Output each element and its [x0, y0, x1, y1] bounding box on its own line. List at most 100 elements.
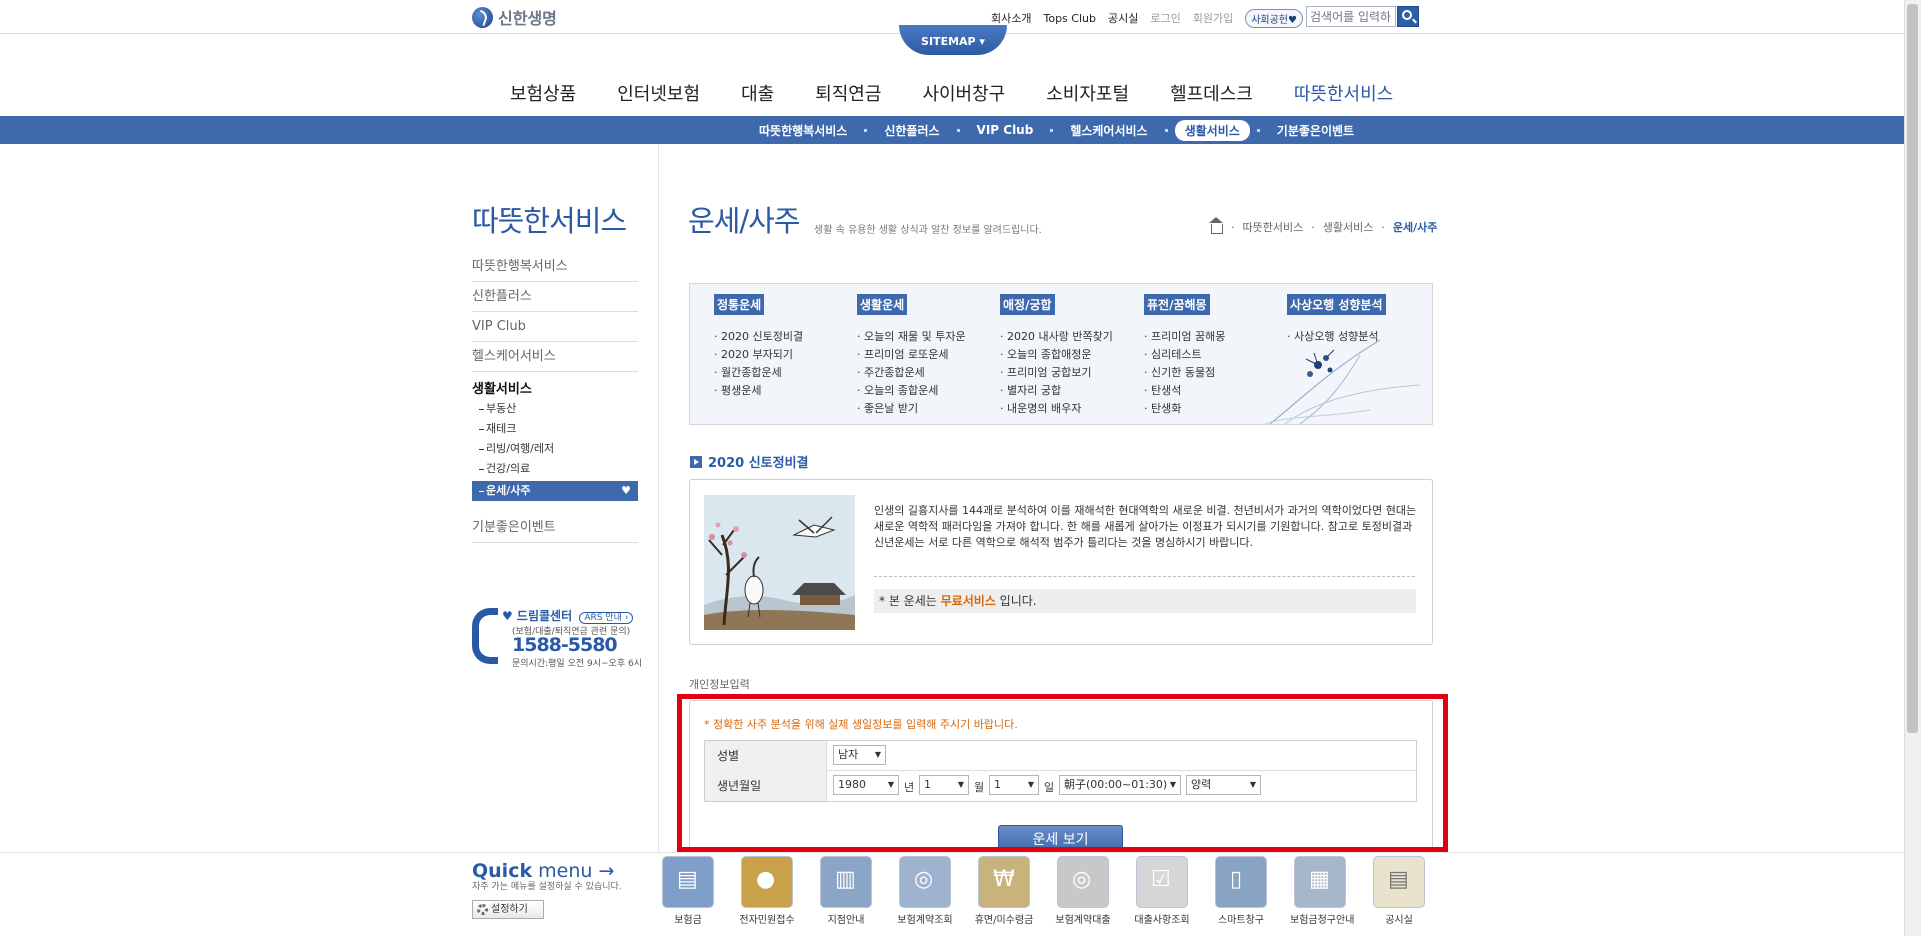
breadcrumb-item[interactable]: 따뜻한서비스 — [1243, 219, 1304, 235]
category-link[interactable]: · 오늘의 종합운세 — [857, 382, 997, 400]
orchid-illustration — [1264, 339, 1421, 424]
public-doc-icon: ▤ — [1373, 856, 1425, 908]
category-link[interactable]: · 2020 신토정비결 — [714, 328, 854, 346]
quick-item-dormant[interactable]: ₩ 휴면/미수령금 — [974, 856, 1034, 926]
call-center-number: 1588-5580 — [512, 634, 618, 656]
util-link-login[interactable]: 로그인 — [1150, 10, 1180, 26]
search-button[interactable] — [1397, 6, 1419, 27]
quick-item-label: 보험금 — [674, 915, 702, 926]
category-love: 애정/궁합 · 2020 내사랑 반쪽찾기 · 오늘의 종합애정운 · 프리미엄… — [1000, 294, 1140, 418]
building-icon: ▥ — [820, 856, 872, 908]
dashed-divider — [874, 576, 1415, 577]
subnav-life-service[interactable]: 생활서비스 — [1174, 119, 1250, 141]
gnb-internet-insurance[interactable]: 인터넷보험 — [617, 80, 700, 106]
lnb-item-event[interactable]: 기분좋은이벤트 — [472, 513, 638, 543]
category-link[interactable]: · 오늘의 종합애정운 — [1000, 346, 1140, 364]
free-note-prefix: * 본 운세는 — [879, 594, 937, 608]
arrow-box-icon — [690, 455, 702, 468]
subnav-healthcare[interactable]: 헬스케어서비스 — [1053, 122, 1164, 139]
insurance-icon: ◎ — [1057, 856, 1109, 908]
quick-item-branch[interactable]: ▥ 지점안내 — [816, 856, 876, 926]
breadcrumb-item[interactable]: 생활서비스 — [1323, 219, 1374, 235]
lnb-sub-real-estate[interactable]: 부동산 — [472, 399, 638, 419]
category-link[interactable]: · 별자리 궁합 — [1000, 382, 1140, 400]
category-traditional: 정통운세 · 2020 신토정비결 · 2020 부자되기 · 월간종합운세 ·… — [714, 294, 854, 400]
subnav-vip-club[interactable]: VIP Club — [960, 123, 1051, 137]
lnb-item-vip-club[interactable]: VIP Club — [472, 312, 638, 342]
category-link[interactable]: · 2020 내사랑 반쪽찾기 — [1000, 328, 1140, 346]
quick-item-insurance-money[interactable]: ▤ 보험금 — [658, 856, 718, 926]
category-life: 생활운세 · 오늘의 재물 및 투자운 · 프리미엄 로또운세 · 주간종합운세… — [857, 294, 997, 418]
util-link-disclosure[interactable]: 공시실 — [1108, 10, 1138, 26]
category-link[interactable]: · 주간종합운세 — [857, 364, 997, 382]
lnb-sub-living[interactable]: 리빙/여행/레저 — [472, 439, 638, 459]
subnav-happy-service[interactable]: 따뜻한행복서비스 — [742, 122, 864, 139]
category-link[interactable]: · 오늘의 재물 및 투자운 — [857, 328, 997, 346]
util-link-join[interactable]: 회원가입 — [1193, 10, 1233, 26]
category-link[interactable]: · 프리미엄 궁합보기 — [1000, 364, 1140, 382]
subnav-shinhan-plus[interactable]: 신한플러스 — [867, 122, 956, 139]
loan-icon: ☑ — [1136, 856, 1188, 908]
util-link-tops-club[interactable]: Tops Club — [1043, 12, 1095, 25]
category-link[interactable]: · 2020 부자되기 — [714, 346, 854, 364]
lnb-sub-health[interactable]: 건강/의료 — [472, 459, 638, 479]
quick-item-contract-inquiry[interactable]: ◎ 보험계약조회 — [895, 856, 955, 926]
breadcrumb-dot: · — [1231, 220, 1235, 234]
category-link[interactable]: · 프리미엄 로또운세 — [857, 346, 997, 364]
sub-nav: 따뜻한행복서비스 신한플러스 VIP Club 헬스케어서비스 생활서비스 기분… — [0, 116, 1904, 144]
quick-item-loan-inquiry[interactable]: ☑ 대출사항조회 — [1132, 856, 1192, 926]
scrollbar-thumb[interactable] — [1907, 4, 1918, 733]
free-note-suffix: 입니다. — [999, 594, 1037, 608]
gnb-insurance-products[interactable]: 보험상품 — [510, 80, 576, 106]
quick-item-label: 전자민원접수 — [739, 915, 795, 926]
shinhan-logo-icon — [472, 6, 493, 28]
gnb-help-desk[interactable]: 헬프데스크 — [1170, 80, 1253, 106]
chat-icon: ● — [741, 856, 793, 908]
lnb-sub-fortune[interactable]: 운세/사주 ♥ — [472, 481, 638, 501]
category-link[interactable]: · 평생운세 — [714, 382, 854, 400]
gnb-cyber-counter[interactable]: 사이버창구 — [922, 80, 1005, 106]
lnb-item-happy-service[interactable]: 따뜻한행복서비스 — [472, 252, 638, 282]
subnav-event[interactable]: 기분좋은이벤트 — [1260, 122, 1371, 139]
lnb-sub-finance[interactable]: 재테크 — [472, 419, 638, 439]
sitemap-button[interactable]: SITEMAP ▾ — [899, 25, 1007, 55]
crane-illustration — [704, 495, 855, 630]
page-title: 운세/사주 — [688, 204, 800, 238]
personal-info-label: 개인정보입력 — [689, 678, 750, 691]
gnb-consumer-portal[interactable]: 소비자포털 — [1046, 80, 1129, 106]
social-contribution-button[interactable]: 사회공헌♥ — [1245, 8, 1303, 28]
gear-icon — [477, 904, 488, 915]
quick-item-e-complaint[interactable]: ● 전자민원접수 — [737, 856, 797, 926]
lnb-item-life-service[interactable]: 생활서비스 — [472, 378, 638, 397]
category-link[interactable]: · 월간종합운세 — [714, 364, 854, 382]
category-link[interactable]: · 좋은날 받기 — [857, 400, 997, 418]
section-title: 2020 신토정비결 — [690, 452, 809, 471]
smartphone-icon: ▯ — [1215, 856, 1267, 908]
category-heading: 애정/궁합 — [1000, 294, 1055, 315]
quick-setting-button[interactable]: 설정하기 — [472, 900, 544, 919]
home-icon[interactable] — [1209, 216, 1223, 234]
util-link-company[interactable]: 회사소개 — [991, 10, 1031, 26]
quick-item-disclosure[interactable]: ▤ 공시실 — [1369, 856, 1429, 926]
category-link[interactable]: · 내운명의 배우자 — [1000, 400, 1140, 418]
gnb-warm-service[interactable]: 따뜻한서비스 — [1294, 80, 1393, 106]
quick-item-smart-counter[interactable]: ▯ 스마트창구 — [1211, 856, 1271, 926]
search-doc-icon: ◎ — [899, 856, 951, 908]
utility-links: 회사소개 Tops Club 공시실 로그인 회원가입 사회공헌♥ — [985, 7, 1303, 29]
quick-item-label: 보험금청구안내 — [1290, 915, 1355, 926]
quick-item-claim-guide[interactable]: ▦ 보험금청구안내 — [1290, 856, 1355, 926]
calculator-icon: ▦ — [1294, 856, 1346, 908]
column-divider — [658, 144, 659, 854]
ars-guide-button[interactable]: ARS 안내 › — [579, 612, 634, 624]
lnb-item-shinhan-plus[interactable]: 신한플러스 — [472, 282, 638, 312]
breadcrumb-dot: · — [1381, 220, 1385, 234]
quick-item-policy-loan[interactable]: ◎ 보험계약대출 — [1053, 856, 1113, 926]
category-heading: 생활운세 — [857, 294, 908, 315]
gnb-pension[interactable]: 퇴직연금 — [815, 80, 881, 106]
main-nav: 보험상품 인터넷보험 대출 퇴직연금 사이버창구 소비자포털 헬프데스크 따뜻한… — [510, 80, 1434, 106]
free-service-note: * 본 운세는 무료서비스 입니다. — [874, 589, 1416, 613]
search-input[interactable] — [1306, 6, 1396, 27]
gnb-loan[interactable]: 대출 — [741, 80, 774, 106]
logo[interactable]: 신한생명 — [472, 5, 557, 29]
lnb-item-healthcare[interactable]: 헬스케어서비스 — [472, 342, 638, 372]
